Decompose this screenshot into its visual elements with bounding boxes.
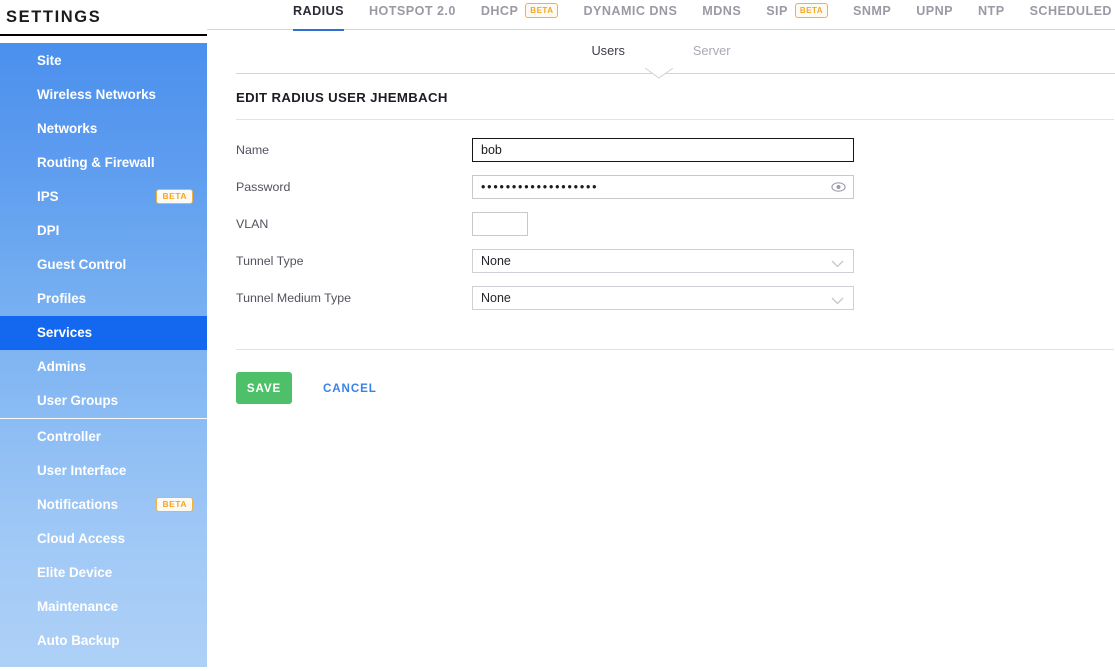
title-divider [0, 34, 207, 36]
sidebar-item-dpi[interactable]: DPI [0, 213, 207, 247]
sidebar-item-label: Elite Device [37, 564, 113, 580]
sidebar-item-routing-firewall[interactable]: Routing & Firewall [0, 145, 207, 179]
sidebar-item-label: Notifications [37, 496, 119, 512]
tab-label: NTP [978, 3, 1005, 18]
sidebar-item-label: Admins [37, 359, 87, 375]
form-content: EDIT RADIUS USER JHEMBACH Name Password [236, 74, 1115, 671]
vlan-input[interactable] [472, 211, 528, 236]
sidebar-item-label: IPS [37, 188, 59, 204]
sidebar-item-auto-backup[interactable]: Auto Backup [0, 624, 207, 658]
sidebar-item-label: Profiles [37, 291, 87, 307]
tab-dhcp[interactable]: DHCP BETA [481, 0, 559, 30]
tab-dynamic-dns[interactable]: DYNAMIC DNS [583, 0, 677, 30]
sidebar-item-notifications[interactable]: Notifications BETA [0, 487, 207, 521]
tab-radius[interactable]: RADIUS [293, 0, 344, 31]
password-label: Password [236, 179, 291, 194]
name-input[interactable] [472, 137, 854, 162]
subtab-server[interactable]: Server [693, 43, 731, 58]
tunnel-medium-type-value: None [481, 290, 511, 305]
sidebar-item-wireless-networks[interactable]: Wireless Networks [0, 77, 207, 111]
tab-label: MDNS [702, 3, 742, 18]
sidebar-item-label: Controller [37, 428, 101, 444]
password-input[interactable] [472, 174, 854, 199]
sidebar-item-user-groups[interactable]: User Groups [0, 384, 207, 418]
radius-subtabbar: Users Server [207, 30, 1115, 70]
tab-label: DYNAMIC DNS [583, 3, 678, 18]
sidebar-item-label: User Interface [37, 462, 127, 478]
tab-label: SNMP [853, 3, 892, 18]
form-row-tunnel-type: Tunnel Type None [236, 242, 1115, 279]
beta-badge: BETA [525, 2, 559, 19]
tab-mdns[interactable]: MDNS [702, 0, 741, 30]
tunnel-type-label: Tunnel Type [236, 253, 304, 268]
form-heading: EDIT RADIUS USER JHEMBACH [236, 90, 448, 105]
tab-label: SCHEDULED UPGRADES [1029, 3, 1115, 18]
name-label: Name [236, 142, 270, 157]
beta-badge: BETA [156, 188, 193, 205]
sidebar: SETTINGS Site Wireless Networks Networks Ro… [0, 0, 224, 671]
tunnel-medium-type-label: Tunnel Medium Type [236, 290, 352, 305]
radius-user-form: Name Password [236, 120, 1115, 316]
vlan-label: VLAN [236, 216, 269, 231]
sidebar-item-label: User Groups [37, 393, 119, 409]
tunnel-type-select[interactable]: None [472, 248, 854, 273]
tab-label: DHCP [480, 3, 519, 18]
subtab-users[interactable]: Users [591, 43, 624, 58]
sidebar-item-site[interactable]: Site [0, 43, 207, 77]
sidebar-item-profiles[interactable]: Profiles [0, 282, 207, 316]
sidebar-item-admins[interactable]: Admins [0, 350, 207, 384]
sidebar-item-label: Wireless Networks [37, 86, 156, 102]
tab-hotspot-2-0[interactable]: HOTSPOT 2.0 [369, 0, 456, 30]
sidebar-item-cloud-access[interactable]: Cloud Access [0, 521, 207, 555]
sidebar-item-label: DPI [37, 223, 60, 239]
main-panel: RADIUS HOTSPOT 2.0 DHCP BETA DYNAMIC DNS MDNS… [207, 0, 1115, 671]
chevron-down-icon [831, 257, 844, 267]
show-password-eye-icon[interactable] [831, 179, 846, 194]
sidebar-item-guest-control[interactable]: Guest Control [0, 248, 207, 282]
beta-badge: BETA [794, 2, 829, 19]
sidebar-item-label: Auto Backup [37, 633, 120, 649]
sidebar-nav: Site Wireless Networks Networks Routing & F… [0, 43, 224, 667]
settings-tabbar: RADIUS HOTSPOT 2.0 DHCP BETA DYNAMIC DNS MDNS… [207, 0, 1115, 31]
form-row-tunnel-medium-type: Tunnel Medium Type None [236, 279, 1115, 316]
cancel-button[interactable]: CANCEL [317, 381, 383, 396]
sidebar-item-elite-device[interactable]: Elite Device [0, 555, 207, 589]
beta-badge: BETA [156, 496, 193, 513]
tab-label: SIP [766, 3, 788, 18]
sidebar-item-label: Cloud Access [37, 530, 126, 546]
sidebar-item-networks[interactable]: Networks [0, 111, 207, 145]
form-actions: SAVE CANCEL [236, 350, 1115, 404]
password-field-wrap [472, 174, 854, 199]
save-button[interactable]: SAVE [236, 372, 292, 404]
sidebar-item-maintenance[interactable]: Maintenance [0, 590, 207, 624]
sidebar-item-label: Maintenance [37, 599, 119, 615]
settings-page: SETTINGS Site Wireless Networks Networks Ro… [0, 0, 1115, 671]
page-title: SETTINGS [6, 8, 102, 26]
sidebar-item-user-interface[interactable]: User Interface [0, 453, 207, 487]
tunnel-type-value: None [481, 253, 511, 268]
tab-label: RADIUS [293, 3, 344, 18]
sidebar-item-label: Site [37, 52, 62, 68]
chevron-down-icon [831, 294, 844, 304]
form-row-name: Name [236, 131, 1115, 168]
sidebar-item-label: Services [37, 325, 93, 341]
form-row-password: Password [236, 168, 1115, 205]
tab-upnp[interactable]: UPNP [916, 0, 953, 30]
name-field-wrap [472, 137, 854, 162]
form-row-vlan: VLAN [236, 205, 1115, 242]
sidebar-item-label: Networks [37, 120, 98, 136]
sidebar-item-controller[interactable]: Controller [0, 419, 207, 453]
sidebar-item-label: Routing & Firewall [37, 154, 155, 170]
tunnel-medium-type-select[interactable]: None [472, 285, 854, 310]
tab-scheduled-upgrades[interactable]: SCHEDULED UPGRADES [1030, 0, 1115, 30]
sidebar-item-services[interactable]: Services [0, 315, 224, 350]
tab-label: HOTSPOT 2.0 [368, 3, 456, 18]
sidebar-item-label: Guest Control [37, 257, 127, 273]
sidebar-item-ips[interactable]: IPS BETA [0, 179, 207, 213]
vlan-field-wrap [472, 211, 528, 236]
tab-label: UPNP [916, 3, 954, 18]
tab-snmp[interactable]: SNMP [853, 0, 891, 30]
tab-ntp[interactable]: NTP [978, 0, 1005, 30]
tab-sip[interactable]: SIP BETA [766, 0, 829, 30]
